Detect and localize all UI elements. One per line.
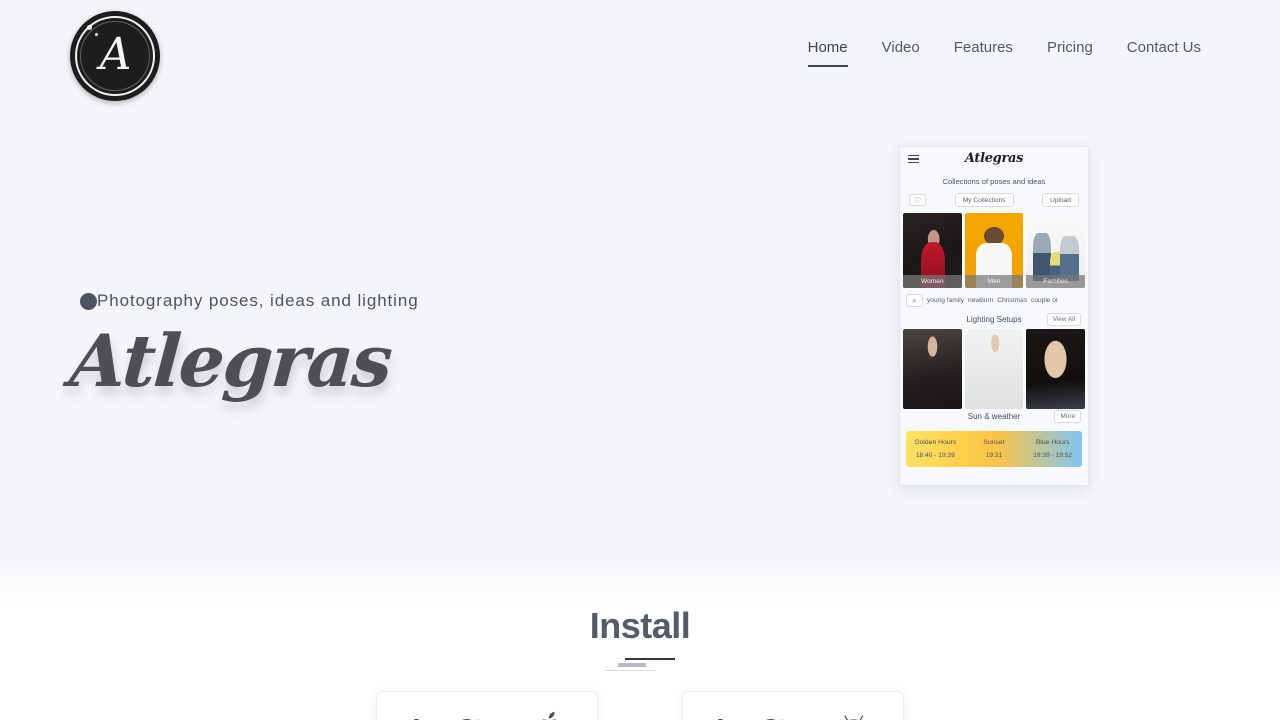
lighting-photo-list — [900, 329, 1088, 409]
tag-christmas[interactable]: Christmas — [997, 297, 1027, 304]
weather-section-header: Sun & weather More — [900, 409, 1088, 426]
blue-hours-label: Blue Hours — [1035, 439, 1070, 446]
nav-item-features[interactable]: Features — [937, 34, 1030, 62]
category-card-men[interactable]: Men — [964, 213, 1024, 288]
weather-column-golden-hours: Golden Hours 18:40 - 19:39 — [906, 431, 965, 467]
nav-item-contact-us[interactable]: Contact Us — [1110, 34, 1218, 62]
app-store-label-ios: App Store — [408, 714, 518, 720]
weather-column-blue-hours: Blue Hours 19:39 - 19:52 — [1023, 431, 1082, 467]
section-divider — [0, 658, 1280, 671]
tag-filter-row: ⌕ young family newborn Christmas couple … — [900, 288, 1088, 312]
tag-young-family[interactable]: young family — [927, 297, 964, 304]
hero-tagline: Photography poses, ideas and lighting — [80, 291, 419, 311]
app-action-row: ♡ My Collections Upload — [900, 186, 1088, 213]
category-label-women: Women — [903, 275, 962, 288]
divider-line-gray — [618, 663, 646, 667]
tag-newborn[interactable]: newborn — [968, 297, 993, 304]
nav-item-home[interactable]: Home — [791, 34, 865, 67]
app-store-button-android[interactable]: App Store — [682, 691, 904, 720]
divider-line-light — [605, 670, 655, 671]
sunset-value: 19:21 — [985, 452, 1003, 459]
app-store-button-ios[interactable]: App Store — [376, 691, 598, 720]
golden-hours-value: 18:40 - 19:39 — [915, 452, 955, 459]
upload-button[interactable]: Upload — [1042, 193, 1079, 207]
weather-column-sunset: Sunset 19:21 — [965, 431, 1024, 467]
category-label-families: Families — [1026, 275, 1086, 288]
my-collections-button[interactable]: My Collections — [954, 193, 1014, 207]
android-icon — [840, 712, 874, 720]
lighting-photo-3[interactable] — [1026, 329, 1086, 409]
hero-tagline-text: Photography poses, ideas and lighting — [97, 291, 419, 310]
app-top-bar: Atlegras — [900, 147, 1088, 173]
app-brand-title: Atlegras — [964, 151, 1024, 166]
tag-couple[interactable]: couple or — [1031, 297, 1058, 304]
lighting-photo-2[interactable] — [964, 329, 1024, 409]
store-button-row: App Store App Store — [0, 691, 1280, 720]
category-label-men: Men — [964, 275, 1024, 288]
lighting-section-header: Lighting Setups View All — [900, 312, 1088, 329]
app-subtitle: Collections of poses and ideas — [942, 177, 1046, 186]
category-card-families[interactable]: Families — [1026, 213, 1086, 288]
category-card-list: Women Men Families — [900, 213, 1088, 288]
nav-item-video[interactable]: Video — [865, 34, 937, 62]
bullet-dot-icon — [80, 292, 97, 310]
site-logo[interactable]: A — [70, 11, 160, 101]
sunset-label: Sunset — [983, 439, 1005, 446]
nav-item-pricing[interactable]: Pricing — [1030, 34, 1110, 62]
main-navigation: Home Video Features Pricing Contact Us — [791, 34, 1218, 67]
golden-hours-label: Golden Hours — [914, 439, 957, 446]
apple-icon — [536, 710, 566, 720]
hero-title: Atlegras — [67, 318, 394, 403]
lighting-section-title: Lighting Setups — [966, 315, 1022, 324]
divider-line-dark — [625, 658, 675, 660]
weather-section-title: Sun & weather — [967, 412, 1021, 421]
logo-letter: A — [99, 29, 132, 80]
search-icon[interactable]: ⌕ — [906, 294, 923, 307]
app-store-label-android: App Store — [712, 714, 822, 720]
install-heading: Install — [589, 605, 691, 646]
lighting-photo-1[interactable] — [903, 329, 962, 409]
hero-fade-gradient — [0, 560, 1280, 605]
sun-weather-bar: Golden Hours 18:40 - 19:39 Sunset 19:21 … — [906, 431, 1082, 467]
landing-page: A Home Video Features Pricing Contact Us… — [0, 0, 1280, 720]
app-preview-mockup: Atlegras Collections of poses and ideas … — [899, 146, 1089, 486]
heart-icon[interactable]: ♡ — [909, 194, 927, 206]
weather-more-button[interactable]: More — [1054, 410, 1081, 423]
category-card-women[interactable]: Women — [903, 213, 962, 288]
blue-hours-value: 19:39 - 19:52 — [1033, 452, 1073, 459]
lighting-view-all-button[interactable]: View All — [1046, 313, 1081, 326]
